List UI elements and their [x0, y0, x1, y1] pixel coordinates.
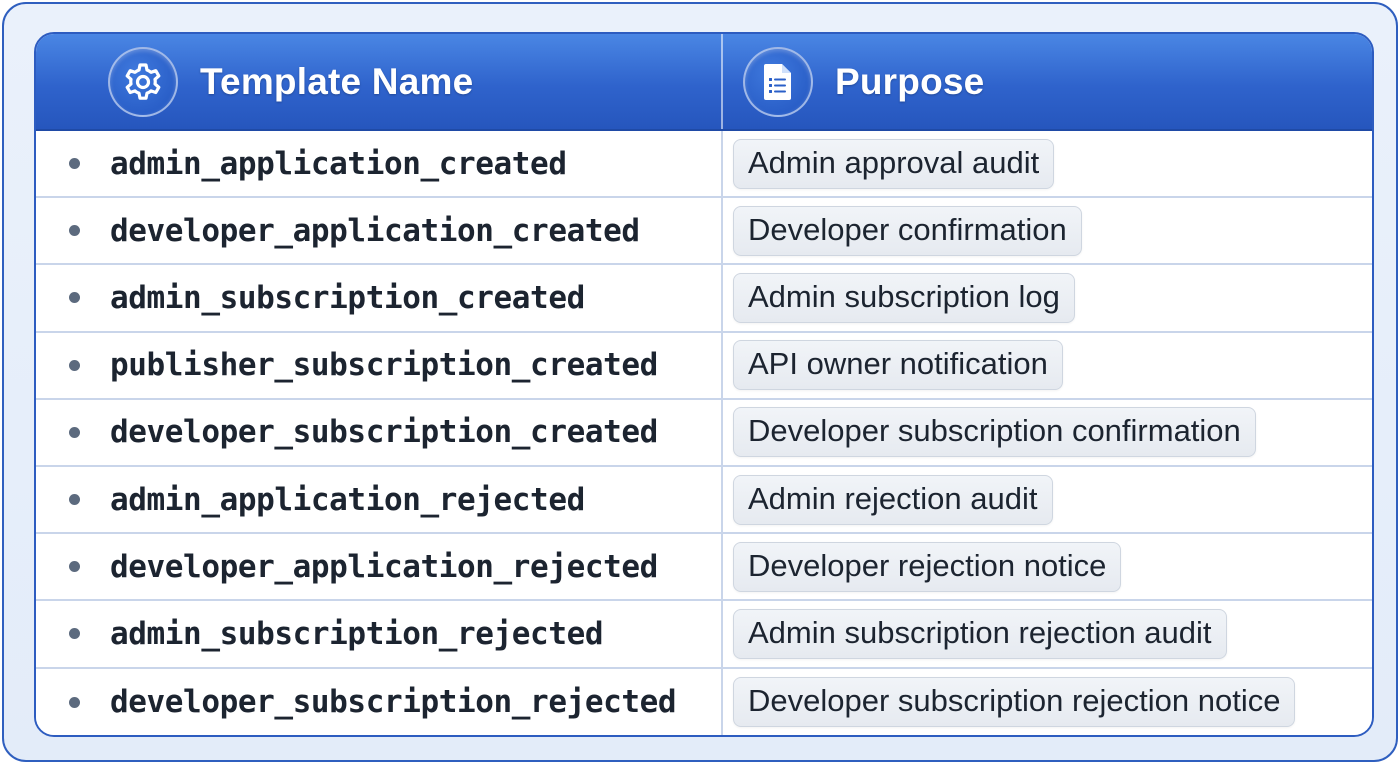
purpose-cell: Admin approval audit — [733, 131, 1055, 196]
bullet-icon — [69, 561, 80, 573]
template-name-cell: developer_subscription_created — [36, 400, 721, 465]
table-row: admin_application_created Admin approval… — [36, 131, 1372, 199]
purpose-tag: Developer rejection notice — [733, 541, 1122, 592]
bullet-icon — [69, 292, 80, 304]
template-name: developer_application_rejected — [110, 548, 658, 585]
column-divider — [721, 198, 723, 264]
purpose-tag: Admin rejection audit — [733, 474, 1053, 525]
table-header: Template Name Purpose — [36, 34, 1372, 131]
purpose-tag: Admin subscription log — [733, 272, 1075, 323]
table-row: developer_application_rejected Developer… — [36, 534, 1372, 602]
table-row: developer_application_created Developer … — [36, 198, 1372, 266]
purpose-cell: Admin subscription log — [733, 265, 1075, 330]
template-name: admin_subscription_created — [110, 279, 585, 316]
template-name: admin_application_rejected — [110, 481, 585, 518]
purpose-cell: Developer confirmation — [733, 198, 1082, 263]
template-name-cell: publisher_subscription_created — [36, 333, 721, 398]
purpose-cell: Developer rejection notice — [733, 534, 1122, 599]
bullet-icon — [69, 359, 80, 371]
table-row: admin_application_rejected Admin rejecti… — [36, 466, 1372, 535]
table-row: developer_subscription_created Developer… — [36, 399, 1372, 467]
purpose-cell: Admin rejection audit — [733, 467, 1053, 532]
bullet-icon — [69, 225, 80, 237]
outer-frame: Template Name Purpose admin_application_… — [2, 2, 1398, 762]
column-header-template-name[interactable]: Template Name — [36, 34, 721, 129]
bullet-icon — [69, 158, 80, 170]
column-divider — [721, 332, 723, 398]
column-divider — [721, 399, 723, 465]
template-name-cell: admin_subscription_created — [36, 265, 721, 330]
template-table: Template Name Purpose admin_application_… — [34, 32, 1374, 737]
gear-icon — [108, 46, 178, 117]
column-header-purpose[interactable]: Purpose — [723, 34, 1372, 129]
template-name-cell: developer_subscription_rejected — [36, 669, 721, 736]
bullet-icon — [69, 696, 80, 708]
bullet-icon — [69, 628, 80, 640]
column-divider — [721, 265, 723, 331]
template-name: developer_application_created — [110, 212, 640, 249]
purpose-tag: Admin approval audit — [733, 138, 1055, 189]
template-name-cell: developer_application_rejected — [36, 534, 721, 599]
column-divider — [721, 534, 723, 600]
template-name: developer_subscription_created — [110, 414, 658, 451]
column-header-label: Template Name — [200, 60, 474, 102]
template-name: developer_subscription_rejected — [110, 684, 677, 721]
column-divider — [721, 601, 723, 667]
template-name-cell: admin_application_created — [36, 131, 721, 196]
purpose-tag: Developer subscription rejection notice — [733, 677, 1296, 728]
purpose-tag: API owner notification — [733, 340, 1063, 391]
table-row: admin_subscription_created Admin subscri… — [36, 265, 1372, 333]
bullet-icon — [69, 426, 80, 438]
purpose-tag: Admin subscription rejection audit — [733, 608, 1227, 659]
template-name-cell: developer_application_created — [36, 198, 721, 263]
column-divider — [721, 668, 723, 735]
purpose-cell: Developer subscription confirmation — [733, 400, 1256, 465]
template-name: admin_subscription_rejected — [110, 615, 604, 652]
template-name-cell: admin_subscription_rejected — [36, 601, 721, 666]
table-body: admin_application_created Admin approval… — [36, 131, 1372, 736]
table-row: admin_subscription_rejected Admin subscr… — [36, 601, 1372, 669]
template-name-cell: admin_application_rejected — [36, 467, 721, 532]
bullet-icon — [69, 494, 80, 506]
table-row: developer_subscription_rejected Develope… — [36, 668, 1372, 736]
purpose-tag: Developer subscription confirmation — [733, 407, 1256, 458]
table-row: publisher_subscription_created API owner… — [36, 332, 1372, 400]
template-name: admin_application_created — [110, 145, 567, 182]
purpose-cell: Admin subscription rejection audit — [733, 601, 1227, 666]
column-divider — [721, 131, 723, 197]
document-icon — [743, 46, 813, 117]
purpose-tag: Developer confirmation — [733, 205, 1082, 256]
column-header-label: Purpose — [835, 60, 985, 102]
purpose-cell: API owner notification — [733, 333, 1063, 398]
template-name: publisher_subscription_created — [110, 347, 658, 384]
purpose-cell: Developer subscription rejection notice — [733, 669, 1296, 736]
column-divider — [721, 466, 723, 533]
